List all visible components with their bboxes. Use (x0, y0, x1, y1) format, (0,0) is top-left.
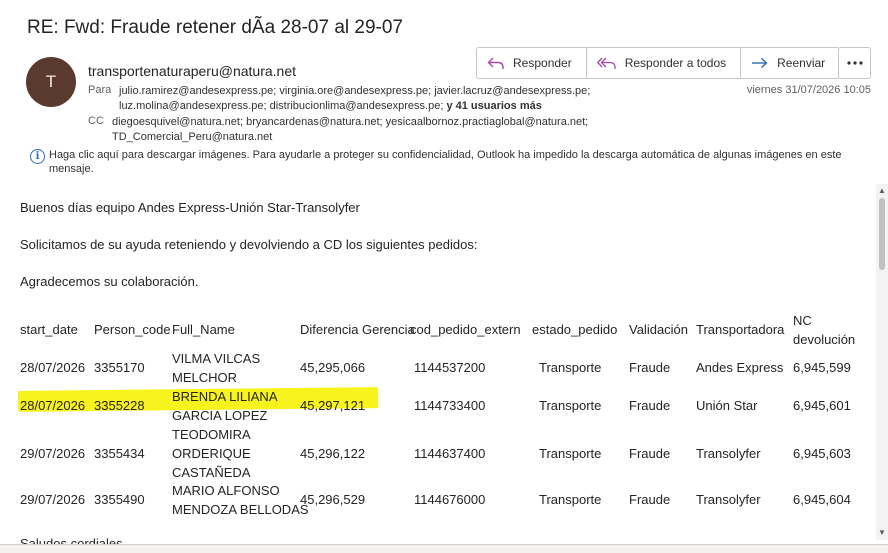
reply-label: Responder (513, 56, 572, 70)
table-cell-name-line-2: MELCHOR (172, 370, 238, 385)
to-line-2-text[interactable]: luz.molina@andesexpress.pe; distribucion… (119, 100, 443, 112)
more-actions-button[interactable] (838, 47, 871, 79)
table-cell-start-date: 28/07/2026 (20, 360, 86, 375)
table-cell-transportadora: Andes Express (696, 360, 784, 375)
table-cell-start-date: 29/07/2026 (20, 492, 86, 507)
sender-avatar[interactable]: T (26, 57, 76, 107)
cc-line-1[interactable]: diegoesquivel@natura.net; bryancardenas@… (112, 115, 588, 130)
table-cell-person-code: 3355434 (94, 446, 145, 461)
info-message[interactable]: Haga clic aquí para descargar imágenes. … (30, 148, 856, 176)
table-cell-person-code: 3355490 (94, 492, 145, 507)
download-images-bar[interactable]: i Haga clic aquí para descargar imágenes… (30, 148, 856, 176)
more-icon (846, 61, 863, 65)
table-cell-diferencia: 45,296,122 (300, 446, 366, 461)
sent-date: viernes 31/07/2026 10:05 (746, 84, 871, 96)
more-recipients-link[interactable]: y 41 usuarios más (446, 100, 541, 112)
to-line-2[interactable]: luz.molina@andesexpress.pe; distribucion… (119, 99, 542, 114)
body-thanks: Agradecemos su colaboración. (20, 274, 199, 289)
sender-address[interactable]: transportenaturaperu@natura.net (88, 63, 296, 79)
table-cell-diferencia: 45,296,529 (300, 492, 366, 507)
info-icon: i (30, 149, 45, 164)
table-cell-person-code: 3355170 (94, 360, 145, 375)
table-cell-cod-pedido: 1144676000 (414, 492, 486, 507)
table-cell-start-date: 28/07/2026 (20, 398, 86, 413)
header-nc: NC (793, 313, 812, 328)
body-greeting: Buenos días equipo Andes Express-Unión S… (20, 200, 360, 215)
to-line-1[interactable]: julio.ramirez@andesexpress.pe; virginia.… (119, 84, 590, 99)
table-cell-cod-pedido: 1144537200 (414, 360, 486, 375)
message-actions: Responder Responder a todos Reenviar (476, 47, 841, 79)
header-start-date: start_date (20, 322, 78, 337)
body-request: Solicitamos de su ayuda reteniendo y dev… (20, 237, 478, 252)
table-cell-transportadora: Transolyfer (696, 446, 761, 461)
reply-all-icon (596, 57, 616, 69)
table-cell-validacion: Fraude (629, 398, 671, 413)
header-gerencia: Gerencia (362, 322, 415, 337)
table-cell-estado: Transporte (539, 398, 602, 413)
table-cell-nc: 6,945,604 (793, 492, 851, 507)
reply-icon (487, 57, 504, 69)
header-diferencia: Diferencia (300, 322, 359, 337)
scrollbar-thumb[interactable] (879, 198, 885, 270)
to-label: Para (88, 84, 112, 96)
table-cell-nc: 6,945,599 (793, 360, 851, 375)
header-estado: estado_pedido (532, 322, 618, 337)
reply-button[interactable]: Responder (477, 48, 587, 78)
table-cell-transportadora: Unión Star (696, 398, 758, 413)
table-cell-name-line-1: MARIO ALFONSO (172, 483, 280, 498)
header-person-code: Person_code (94, 322, 171, 337)
table-cell-nc: 6,945,603 (793, 446, 851, 461)
table-cell-name-line-2: ORDERIQUE (172, 446, 251, 461)
reply-all-label: Responder a todos (624, 56, 727, 70)
table-cell-name-line-2: MENDOZA BELLODAS (172, 502, 309, 517)
header-transportadora: Transportadora (696, 322, 785, 337)
forward-label: Reenviar (777, 56, 826, 70)
forward-icon (752, 57, 768, 69)
email-subject: RE: Fwd: Fraude retener dÃa 28-07 al 29-… (27, 17, 403, 38)
table-cell-diferencia: 45,295,066 (300, 360, 366, 375)
table-cell-nc: 6,945,601 (793, 398, 851, 413)
forward-button[interactable]: Reenviar (741, 48, 839, 78)
table-cell-diferencia: 45,297,121 (300, 398, 366, 413)
table-cell-transportadora: Transolyfer (696, 492, 761, 507)
table-cell-cod-pedido: 1144733400 (414, 398, 486, 413)
header-full-name: Full_Name (172, 322, 235, 337)
table-cell-validacion: Fraude (629, 446, 671, 461)
cc-label: CC (88, 115, 104, 127)
table-cell-validacion: Fraude (629, 360, 671, 375)
table-cell-person-code: 3355228 (94, 398, 145, 413)
header-validacion: Validación (629, 322, 689, 337)
table-cell-cod-pedido: 1144637400 (414, 446, 486, 461)
table-cell-name-line-1: BRENDA LILIANA (172, 389, 278, 404)
table-cell-validacion: Fraude (629, 492, 671, 507)
table-cell-name-line-1: VILMA VILCAS (172, 351, 261, 366)
cc-line-2[interactable]: TD_Comercial_Peru@natura.net (112, 130, 272, 145)
header-devolucion: devolución (793, 332, 856, 347)
table-cell-estado: Transporte (539, 360, 602, 375)
header-cod-pedido: cod_pedido_extern (410, 322, 521, 337)
scroll-down-arrow-icon[interactable]: ▼ (878, 528, 886, 537)
table-cell-start-date: 29/07/2026 (20, 446, 86, 461)
table-cell-estado: Transporte (539, 446, 602, 461)
table-cell-name-line-1: TEODOMIRA (172, 427, 251, 442)
table-cell-name-line-2: GARCIA LOPEZ (172, 408, 268, 423)
scroll-up-arrow-icon[interactable]: ▲ (878, 186, 886, 195)
body-closing: Saludos cordiales (20, 536, 123, 544)
table-cell-estado: Transporte (539, 492, 602, 507)
reply-all-button[interactable]: Responder a todos (587, 48, 742, 78)
table-cell-name-line-3: CASTAÑEDA (172, 465, 251, 480)
